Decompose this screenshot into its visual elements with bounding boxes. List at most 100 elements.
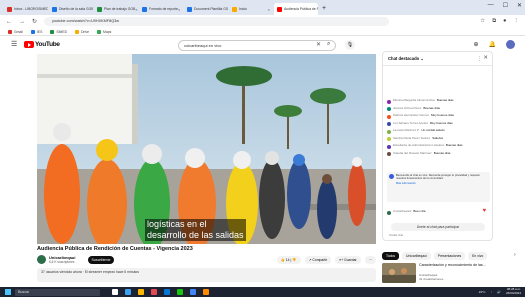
browser-tab[interactable]: Plan de trabajo GGB × — [94, 3, 138, 15]
chat-text: Buenas días — [436, 98, 454, 102]
windows-start-icon[interactable] — [5, 289, 11, 295]
back-icon[interactable]: ← — [6, 19, 12, 25]
chat-notice-text: Bienvenido al chat en vivo. Recuerda pro… — [396, 174, 480, 181]
recommendation-chips: Todos Unicaribeqaui Presentaciones En vivo — [382, 252, 488, 260]
bookmark-label: Drive — [81, 29, 89, 34]
chevron-down-icon: ⌄ — [420, 56, 424, 61]
channel-avatar[interactable] — [37, 255, 46, 264]
profile-icon[interactable]: ● — [503, 18, 506, 25]
bookmark-label: SIMED — [56, 29, 68, 34]
taskbar-app-icon[interactable] — [164, 289, 170, 295]
filter-chip[interactable]: Todos — [382, 252, 400, 260]
taskbar-app-icon[interactable] — [112, 289, 118, 295]
bookmark-item[interactable]: Drive — [75, 29, 89, 34]
video-caption-overlay: logísticas en el desarrollo de las salid… — [145, 219, 246, 241]
chat-author: Patricia Hernández Gómez — [393, 113, 430, 117]
recommended-thumbnail[interactable] — [382, 263, 416, 283]
notifications-bell-icon[interactable]: 🔔 — [489, 41, 496, 48]
clock[interactable]: 08:28 a.m. 26/04/2024 — [506, 287, 521, 295]
thumbs-down-icon[interactable]: 👎 — [292, 258, 296, 262]
bookmark-star-icon[interactable]: ☆ — [480, 18, 485, 25]
tab-favicon-icon — [52, 6, 57, 12]
chat-messages: Mónica Margarita Almanza Roa Buenas días J… — [387, 98, 490, 159]
voice-search-mic-icon[interactable]: 🎙 — [345, 40, 355, 50]
taskbar-app-icon[interactable] — [151, 289, 157, 295]
taskbar-app-icon[interactable] — [203, 289, 209, 295]
minimize-icon[interactable]: — — [488, 2, 494, 9]
hamburger-menu-icon[interactable]: ☰ — [11, 40, 17, 48]
chat-notice-link[interactable]: Más información — [396, 182, 488, 185]
hide-chat-link[interactable]: Ocultar chat — [389, 234, 403, 237]
recommended-video[interactable]: Caracterización y reconocimiento de las.… — [382, 263, 522, 287]
save-button[interactable]: ≡+ Guardar — [335, 256, 361, 264]
chevron-right-icon[interactable]: › — [514, 252, 516, 258]
youtube-logo[interactable]: YouTube — [24, 41, 60, 48]
thumbnail-image — [382, 263, 416, 283]
browser-tab[interactable]: Inicio × — [229, 3, 273, 15]
chat-menu-icon[interactable]: ⋮ — [477, 56, 482, 62]
bookmark-favicon-icon — [75, 29, 80, 34]
chat-author: Sandra Paola Pérez Suárez — [393, 135, 431, 140]
tab-close-icon[interactable]: × — [135, 7, 137, 12]
taskbar-app-icon[interactable] — [177, 289, 183, 295]
taskbar-search-input[interactable]: Buscar — [15, 288, 100, 296]
info-icon — [389, 174, 394, 179]
url-field[interactable]: youtube.com/watch?v=U9HXKMF8Q3w — [44, 17, 390, 26]
heart-reaction-icon[interactable]: ♥ — [482, 208, 486, 214]
browser-menu-icon[interactable]: ⋮ — [514, 18, 520, 25]
taskbar-app-icon[interactable] — [125, 289, 131, 295]
forward-icon[interactable]: → — [19, 19, 25, 25]
bookmark-favicon-icon — [50, 29, 55, 34]
subscribe-button[interactable]: Suscribirme — [88, 256, 114, 264]
recommended-title[interactable]: Caracterización y reconocimiento de las.… — [419, 263, 507, 267]
browser-tab[interactable]: Diseño de la sala GGB× — [49, 3, 93, 15]
bookmark-label: Gmail — [14, 29, 23, 34]
taskbar-app-icon[interactable] — [138, 289, 144, 295]
extensions-icon[interactable]: ⧉ — [492, 18, 496, 25]
filter-chip[interactable]: Unicaribeqaui — [402, 252, 431, 260]
tab-label: Inicio — [239, 7, 247, 11]
close-chat-icon[interactable]: ✕ — [483, 55, 488, 61]
close-window-icon[interactable]: ✕ — [517, 2, 522, 9]
filter-chip[interactable]: En vivo — [468, 252, 488, 260]
browser-tab[interactable]: Inbox - LIBOROSIMEDIA0001× — [4, 3, 48, 15]
tab-label: Document Plantilla GST — [194, 7, 228, 11]
filter-chip[interactable]: Presentaciones — [433, 252, 466, 260]
avatar[interactable] — [506, 40, 515, 49]
taskbar-app-icon[interactable] — [190, 289, 196, 295]
youtube-play-icon — [24, 41, 34, 48]
bookmark-item[interactable]: Maps — [97, 29, 111, 34]
search-icon[interactable]: ⌕ — [327, 41, 330, 48]
tab-favicon-icon — [7, 6, 12, 12]
share-button[interactable]: ↗ Compartir — [304, 256, 332, 264]
chat-join-input[interactable]: Únete al chat para participar — [391, 223, 485, 231]
like-button[interactable]: 👍 14 | 👎 — [276, 256, 301, 264]
tab-label: Plan de trabajo GGB — [104, 7, 136, 11]
chat-mode-selector[interactable]: Chat destacado ⌄ — [388, 56, 424, 61]
caption-line-2: desarrollo de las salidas — [147, 230, 244, 240]
bookmark-item[interactable]: Gmail — [8, 29, 23, 34]
address-bar-icons: ☆ ⧉ ● ⋮ — [480, 18, 519, 25]
browser-tab[interactable]: Audiencia Pública de R× — [274, 3, 318, 15]
new-tab-button[interactable]: + — [322, 3, 326, 15]
video-frame-image — [37, 54, 376, 244]
bookmark-item[interactable]: IES — [30, 29, 42, 34]
maximize-icon[interactable]: ☐ — [503, 2, 508, 9]
bookmark-item[interactable]: SIMED — [50, 29, 68, 34]
search-input[interactable]: colcaribeaqui en vivo — [178, 40, 336, 51]
chat-latest-message: Unicaribeqaui Buen día — [387, 209, 490, 218]
video-player[interactable]: logísticas en el desarrollo de las salid… — [37, 54, 376, 244]
avatar — [387, 122, 391, 126]
create-icon[interactable]: ⊕ — [473, 41, 478, 48]
chat-author: Jessica Ochoa Pérez — [393, 105, 422, 110]
volume-icon[interactable]: 🔊 — [497, 290, 501, 294]
wifi-icon[interactable]: ◔ — [490, 290, 492, 294]
browser-tab[interactable]: Formato de reporte × — [139, 3, 183, 15]
tab-close-icon[interactable]: × — [268, 7, 270, 12]
reload-icon[interactable]: ↻ — [32, 18, 37, 25]
tab-close-icon[interactable]: × — [178, 7, 180, 12]
more-actions-button[interactable]: ⋯ — [364, 256, 376, 264]
video-description-box[interactable]: 37 usuarios viéndolo ahora · El streamer… — [37, 268, 376, 282]
browser-tab[interactable]: Document Plantilla GST× — [184, 3, 228, 15]
clear-search-icon[interactable]: ✕ — [316, 41, 321, 48]
